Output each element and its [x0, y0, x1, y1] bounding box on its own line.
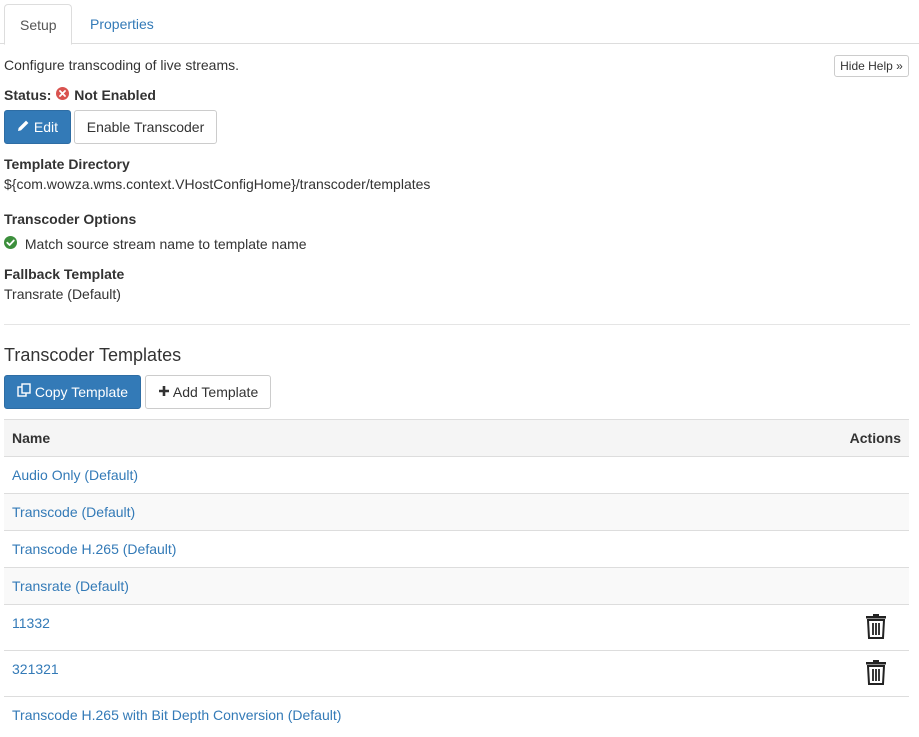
table-row: Transcode H.265 with Bit Depth Conversio… [4, 697, 909, 734]
status-value: Not Enabled [74, 87, 156, 103]
column-header-name: Name [4, 419, 762, 457]
table-row: Transcode (Default) [4, 493, 909, 531]
fallback-template-label: Fallback Template [4, 266, 125, 282]
enable-transcoder-button[interactable]: Enable Transcoder [74, 110, 217, 144]
template-link[interactable]: Transcode (Default) [12, 504, 135, 520]
table-row: 11332 [4, 604, 909, 651]
template-link[interactable]: Transcode H.265 with Bit Depth Conversio… [12, 707, 341, 723]
add-template-button[interactable]: Add Template [145, 375, 271, 409]
template-link[interactable]: Audio Only (Default) [12, 467, 138, 483]
plus-icon [158, 376, 170, 408]
column-header-actions: Actions [761, 419, 909, 457]
pencil-icon [17, 111, 30, 143]
copy-template-label: Copy Template [34, 384, 129, 400]
intro-text: Configure transcoding of live streams. [4, 57, 239, 73]
template-link[interactable]: Transrate (Default) [12, 578, 129, 594]
hide-help-label: Hide Help [840, 59, 893, 73]
table-row: 321321 [4, 650, 909, 697]
trash-icon[interactable] [865, 659, 887, 688]
add-template-label: Add Template [172, 384, 259, 400]
copy-icon [17, 376, 31, 408]
status-label: Status: [4, 87, 52, 103]
fallback-template-value: Transrate (Default) [4, 286, 121, 302]
edit-label: Edit [33, 119, 58, 135]
template-directory-label: Template Directory [4, 156, 130, 172]
template-link[interactable]: 321321 [12, 661, 59, 677]
copy-template-button[interactable]: Copy Template [4, 375, 141, 409]
check-circle-icon [4, 236, 17, 252]
edit-button[interactable]: Edit [4, 110, 71, 144]
templates-table: Name Actions Audio Only (Default) Transc… [4, 419, 909, 734]
double-chevron-right-icon: » [896, 59, 903, 73]
table-header-row: Name Actions [4, 419, 909, 457]
table-row: Transcode H.265 (Default) [4, 530, 909, 568]
trash-icon[interactable] [865, 613, 887, 642]
error-circle-icon [56, 87, 70, 103]
transcoder-option-text: Match source stream name to template nam… [24, 236, 307, 252]
templates-section-title: Transcoder Templates [4, 345, 182, 365]
table-row: Transrate (Default) [4, 567, 909, 605]
template-link[interactable]: 11332 [12, 615, 50, 631]
status-line: Status: Not Enabled [4, 87, 156, 103]
hide-help-button[interactable]: Hide Help » [834, 55, 909, 77]
divider [4, 324, 910, 325]
template-directory-value: ${com.wowza.wms.context.VHostConfigHome}… [4, 176, 431, 192]
template-link[interactable]: Transcode H.265 (Default) [12, 541, 176, 557]
transcoder-options-label: Transcoder Options [4, 211, 137, 227]
tab-properties[interactable]: Properties [75, 4, 169, 45]
table-row: Audio Only (Default) [4, 456, 909, 494]
transcoder-option-item: Match source stream name to template nam… [4, 236, 307, 252]
tab-setup[interactable]: Setup [4, 4, 72, 45]
tab-bar: Setup Properties [0, 0, 919, 45]
